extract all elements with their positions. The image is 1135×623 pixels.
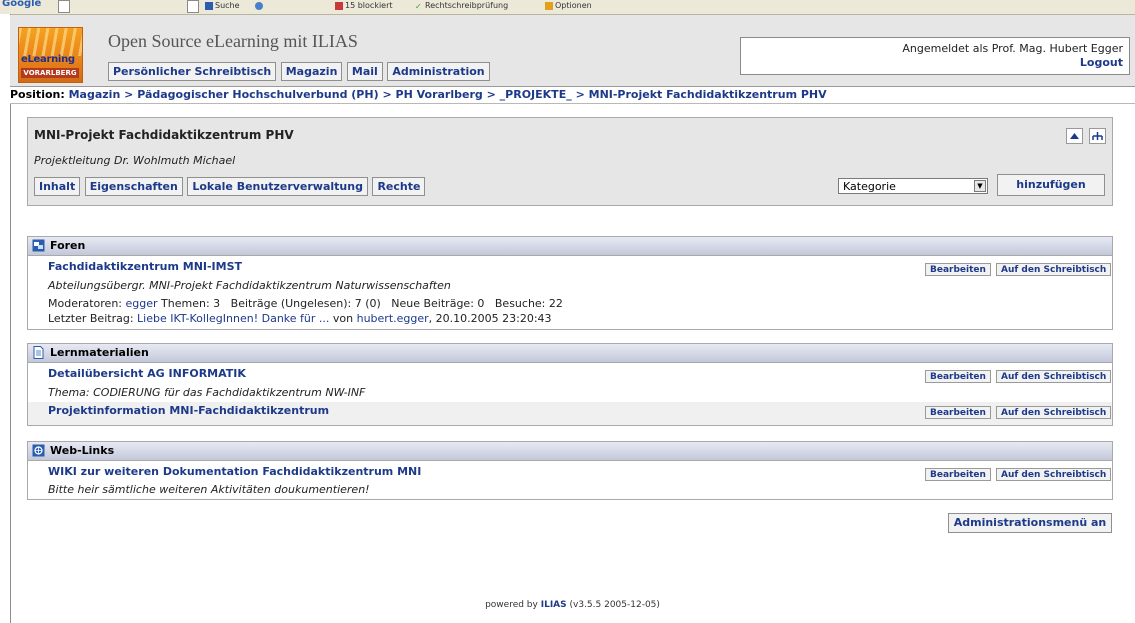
- weblink-title-link[interactable]: WIKI zur weiteren Dokumentation Fachdida…: [48, 465, 421, 478]
- popup-block-icon: [335, 1, 343, 10]
- list-item: Projektinformation MNI-Fachdidaktikzentr…: [28, 402, 1112, 425]
- search-button[interactable]: Suche: [205, 1, 240, 10]
- edit-button[interactable]: Bearbeiten: [925, 263, 991, 276]
- admin-menu-toggle[interactable]: Administrationsmenü an: [948, 513, 1112, 533]
- last-author-link[interactable]: hubert.egger: [357, 312, 429, 325]
- add-to-desktop-button[interactable]: Auf den Schreibtisch: [996, 263, 1112, 276]
- main-nav: Persönlicher Schreibtisch Magazin Mail A…: [108, 62, 491, 81]
- tab-content[interactable]: Inhalt: [34, 177, 81, 196]
- site-title: Open Source eLearning mit ILIAS: [108, 31, 358, 51]
- weblinks-header: Web-Links: [28, 442, 1112, 461]
- learning-item-1-link[interactable]: Detailübersicht AG INFORMATIK: [48, 367, 246, 380]
- globe-icon: [255, 1, 263, 10]
- forums-header: Foren: [28, 237, 1112, 256]
- google-toolbar-logo[interactable]: Google: [2, 0, 41, 9]
- forum-stats: Moderatoren: egger Themen: 3 Beiträge (U…: [48, 297, 563, 310]
- list-item: WIKI zur weiteren Dokumentation Fachdida…: [28, 461, 1112, 499]
- list-item: Detailübersicht AG INFORMATIK Bearbeiten…: [28, 363, 1112, 402]
- spellcheck-button[interactable]: ✓ Rechtschreibprüfung: [415, 1, 508, 11]
- edit-button[interactable]: Bearbeiten: [925, 406, 991, 419]
- popup-blocked[interactable]: 15 blockiert: [335, 1, 393, 10]
- nav-repository[interactable]: Magazin: [280, 62, 343, 81]
- tab-local-users[interactable]: Lokale Benutzerverwaltung: [187, 177, 368, 196]
- breadcrumb-current[interactable]: MNI-Projekt Fachdidaktikzentrum PHV: [589, 88, 827, 101]
- checkmark-icon: ✓: [415, 1, 422, 11]
- options-icon: [545, 1, 553, 10]
- weblink-icon: [32, 444, 45, 457]
- list-item: Fachdidaktikzentrum MNI-IMST Bearbeiten …: [28, 256, 1112, 329]
- toolbar-globe[interactable]: [255, 1, 265, 10]
- learning-materials-block: Lernmaterialien Detailübersicht AG INFOR…: [27, 343, 1113, 426]
- edit-button[interactable]: Bearbeiten: [925, 468, 991, 481]
- tab-properties[interactable]: Eigenschaften: [84, 177, 183, 196]
- add-to-desktop-button[interactable]: Auf den Schreibtisch: [996, 468, 1112, 481]
- learning-item-2-link[interactable]: Projektinformation MNI-Fachdidaktikzentr…: [48, 404, 329, 417]
- breadcrumb-ph[interactable]: Pädagogischer Hochschulverbund (PH): [137, 88, 378, 101]
- breadcrumb: Position: Magazin > Pädagogischer Hochsc…: [10, 86, 1135, 104]
- forums-block: Foren Fachdidaktikzentrum MNI-IMST Bearb…: [27, 236, 1113, 330]
- edit-button[interactable]: Bearbeiten: [925, 370, 991, 383]
- forum-title-link[interactable]: Fachdidaktikzentrum MNI-IMST: [48, 260, 242, 273]
- logged-in-user: Angemeldet als Prof. Mag. Hubert Egger: [902, 42, 1123, 55]
- weblinks-block: Web-Links WIKI zur weiteren Dokumentatio…: [27, 441, 1113, 500]
- object-tabs: Inhalt Eigenschaften Lokale Benutzerverw…: [34, 177, 426, 196]
- object-type-select[interactable]: Kategorie ▼: [838, 178, 988, 194]
- nav-mail[interactable]: Mail: [346, 62, 383, 81]
- page-title: MNI-Projekt Fachdidaktikzentrum PHV: [34, 128, 294, 142]
- document-icon: [32, 346, 45, 359]
- add-to-desktop-button[interactable]: Auf den Schreibtisch: [996, 370, 1112, 383]
- google-g-icon: [205, 1, 213, 10]
- tree-view-icon[interactable]: [1089, 128, 1106, 144]
- search-dropdown[interactable]: [187, 0, 199, 13]
- header-icons: [1063, 128, 1106, 144]
- logout-link[interactable]: Logout: [1080, 56, 1123, 69]
- learning-item-1-description: Thema: CODIERUNG für das Fachdidaktikzen…: [48, 386, 366, 399]
- options-button[interactable]: Optionen: [545, 1, 592, 10]
- moderator-link[interactable]: egger: [126, 297, 158, 310]
- footer: powered by ILIAS (v3.5.5 2005-12-05): [485, 600, 660, 610]
- add-button[interactable]: hinzufügen: [997, 174, 1105, 196]
- browser-toolbar: Google Suche 15 blockiert ✓ Rechtschreibp…: [0, 0, 1135, 15]
- object-header: MNI-Projekt Fachdidaktikzentrum PHV Proj…: [27, 117, 1113, 206]
- forum-last-post: Letzter Beitrag: Liebe IKT-KollegInnen! …: [48, 312, 552, 325]
- breadcrumb-ph-vorarlberg[interactable]: PH Vorarlberg: [396, 88, 483, 101]
- breadcrumb-label: Position:: [10, 88, 65, 101]
- page-description: Projektleitung Dr. Wohlmuth Michael: [34, 154, 236, 167]
- add-to-desktop-button[interactable]: Auf den Schreibtisch: [996, 406, 1112, 419]
- learning-materials-header: Lernmaterialien: [28, 344, 1112, 363]
- weblink-description: Bitte heir sämtliche weiteren Aktivitäte…: [48, 483, 370, 496]
- nav-personal-desktop[interactable]: Persönlicher Schreibtisch: [108, 62, 277, 81]
- google-dropdown[interactable]: [58, 0, 70, 13]
- chevron-down-icon[interactable]: ▼: [974, 180, 986, 192]
- forum-icon: [32, 239, 45, 252]
- breadcrumb-projekte[interactable]: _PROJEKTE_: [500, 88, 572, 101]
- ilias-link[interactable]: ILIAS: [541, 600, 567, 610]
- tab-permissions[interactable]: Rechte: [372, 177, 426, 196]
- user-box: Angemeldet als Prof. Mag. Hubert Egger L…: [740, 37, 1130, 75]
- frame-border: [0, 14, 11, 623]
- page-header: eLearning VORARLBERG Open Source eLearni…: [10, 15, 1135, 86]
- last-post-link[interactable]: Liebe IKT-KollegInnen! Danke für ...: [137, 312, 329, 325]
- elearning-logo[interactable]: eLearning VORARLBERG: [18, 27, 83, 83]
- breadcrumb-magazin[interactable]: Magazin: [69, 88, 121, 101]
- forum-description: Abteilungsübergr. MNI-Projekt Fachdidakt…: [48, 279, 451, 292]
- nav-administration[interactable]: Administration: [387, 62, 490, 81]
- up-arrow-icon[interactable]: [1065, 128, 1083, 144]
